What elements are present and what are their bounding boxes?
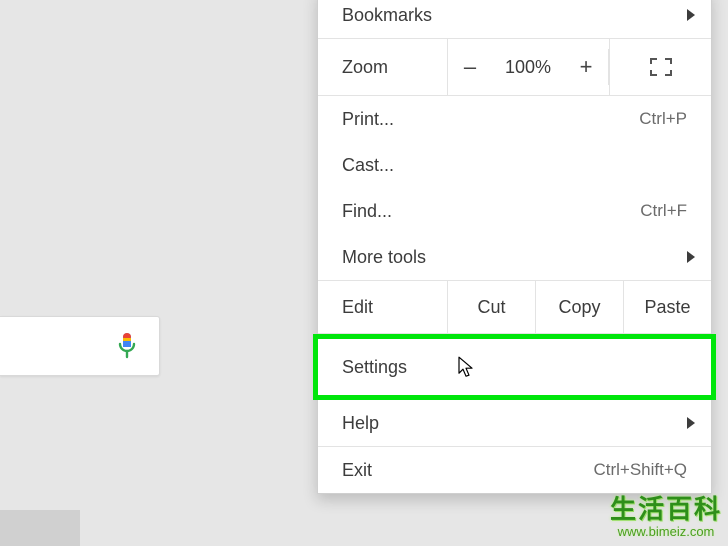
paste-button[interactable]: Paste <box>624 281 711 333</box>
search-bar-fragment[interactable] <box>0 316 160 376</box>
menu-item-more-tools[interactable]: More tools <box>318 234 711 280</box>
cursor-icon <box>458 356 474 383</box>
menu-item-label: Cast... <box>342 155 687 176</box>
watermark: 生活百科 www.bimeiz.com <box>610 495 722 540</box>
shortcut-text: Ctrl+Shift+Q <box>593 460 687 480</box>
menu-item-label: Settings <box>342 357 687 378</box>
copy-button[interactable]: Copy <box>536 281 624 333</box>
menu-item-edit-row: Edit Cut Copy Paste <box>318 281 711 333</box>
submenu-arrow-icon <box>687 417 695 429</box>
cut-button[interactable]: Cut <box>448 281 536 333</box>
shortcut-text: Ctrl+P <box>639 109 687 129</box>
microphone-icon[interactable] <box>117 332 137 360</box>
menu-item-label: More tools <box>342 247 687 268</box>
zoom-in-button[interactable]: + <box>564 39 608 95</box>
menu-item-print[interactable]: Print... Ctrl+P <box>318 96 711 142</box>
menu-item-cast[interactable]: Cast... <box>318 142 711 188</box>
zoom-label: Zoom <box>318 39 448 95</box>
shelf-hint <box>0 510 80 546</box>
menu-item-settings[interactable]: Settings <box>318 339 711 395</box>
menu-item-zoom-row: Zoom – 100% + <box>318 39 711 95</box>
menu-item-find[interactable]: Find... Ctrl+F <box>318 188 711 234</box>
menu-item-label: Help <box>342 413 687 434</box>
watermark-title: 生活百科 <box>610 495 722 525</box>
menu-item-bookmarks[interactable]: Bookmarks <box>318 0 711 38</box>
zoom-out-button[interactable]: – <box>448 39 492 95</box>
edit-label: Edit <box>318 281 448 333</box>
watermark-url: www.bimeiz.com <box>610 525 722 540</box>
zoom-value: 100% <box>492 39 564 95</box>
menu-item-label: Bookmarks <box>342 5 687 26</box>
fullscreen-button[interactable] <box>609 39 711 95</box>
menu-item-label: Print... <box>342 109 639 130</box>
menu-item-help[interactable]: Help <box>318 400 711 446</box>
chrome-overflow-menu: Bookmarks Zoom – 100% + Print... Ctrl+P … <box>317 0 712 494</box>
highlight-box: Settings <box>313 334 716 400</box>
shortcut-text: Ctrl+F <box>640 201 687 221</box>
fullscreen-icon <box>650 58 672 76</box>
menu-item-label: Exit <box>342 460 593 481</box>
menu-item-label: Find... <box>342 201 640 222</box>
submenu-arrow-icon <box>687 9 695 21</box>
submenu-arrow-icon <box>687 251 695 263</box>
menu-item-exit[interactable]: Exit Ctrl+Shift+Q <box>318 447 711 493</box>
